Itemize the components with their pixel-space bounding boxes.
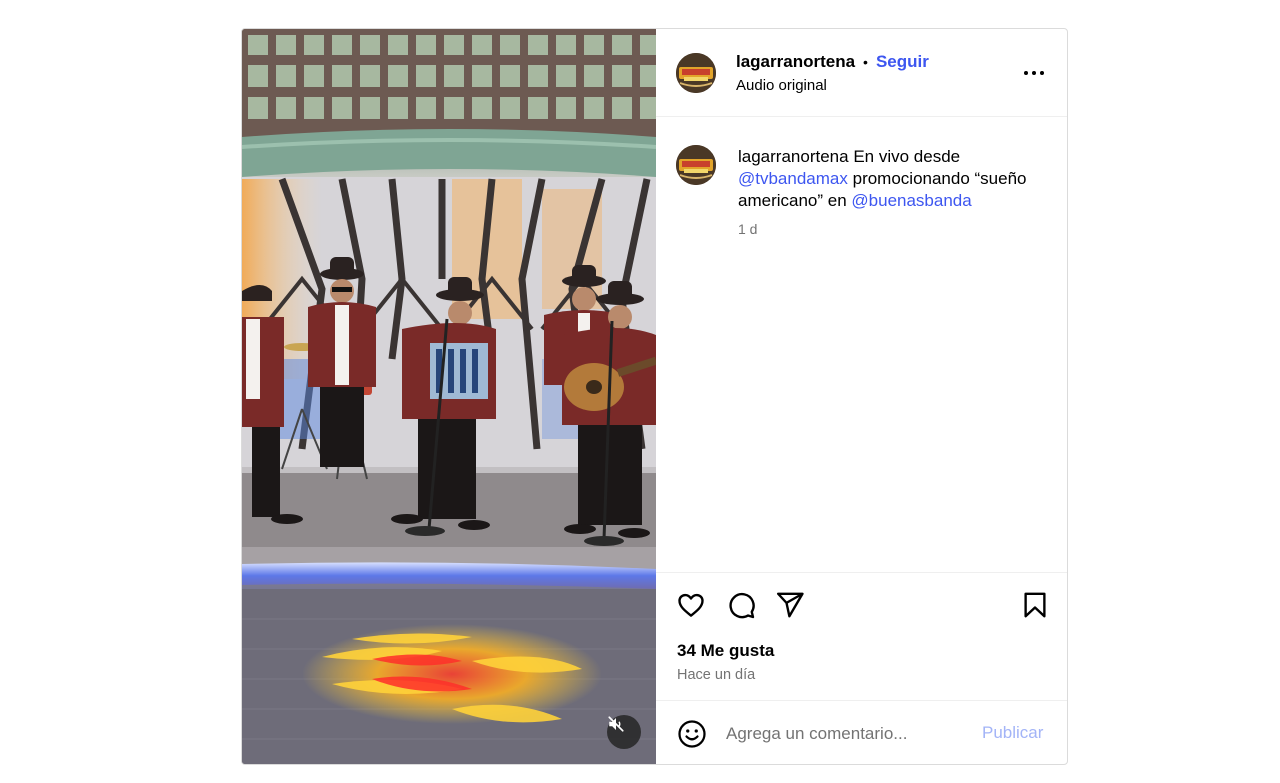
share-button[interactable] — [774, 589, 806, 621]
emoji-button[interactable] — [676, 718, 708, 750]
post-video[interactable] — [242, 29, 656, 764]
comment-bar: Publicar — [656, 700, 1067, 764]
like-button[interactable] — [675, 589, 707, 621]
publish-button[interactable]: Publicar — [982, 723, 1043, 743]
speaker-muted-icon — [608, 716, 624, 732]
emoji-icon — [678, 720, 706, 748]
post-header: lagarranortena • Seguir Audio original — [656, 29, 1067, 117]
video-frame-illustration — [242, 29, 656, 764]
send-icon — [776, 592, 804, 618]
audio-link[interactable]: Audio original — [736, 77, 827, 94]
follow-button[interactable]: Seguir — [876, 52, 929, 72]
caption-avatar[interactable] — [676, 145, 716, 185]
comment-input[interactable] — [726, 721, 966, 747]
username-link[interactable]: lagarranortena — [736, 52, 855, 72]
mute-button[interactable] — [607, 715, 641, 749]
more-options-button[interactable] — [1020, 59, 1048, 87]
caption-timestamp[interactable]: 1 d — [738, 221, 757, 237]
comment-icon — [729, 592, 755, 619]
header-user-line: lagarranortena • Seguir — [736, 52, 929, 72]
caption-text: lagarranortena En vivo desde @tvbandamax… — [738, 146, 1058, 212]
separator-dot: • — [863, 54, 868, 70]
heart-icon — [678, 593, 704, 617]
comment-button[interactable] — [725, 589, 757, 621]
bookmark-icon — [1024, 592, 1046, 618]
caption-username-link[interactable]: lagarranortena — [738, 147, 849, 166]
profile-logo-icon — [676, 145, 716, 185]
post-card: lagarranortena • Seguir Audio original l… — [241, 28, 1068, 765]
mention-link-buenasbanda[interactable]: @buenasbanda — [851, 191, 971, 210]
more-horizontal-icon — [1024, 71, 1044, 75]
likes-count[interactable]: 34 Me gusta — [677, 641, 774, 661]
save-button[interactable] — [1019, 589, 1051, 621]
mention-link-tvbandamax[interactable]: @tvbandamax — [738, 169, 848, 188]
actions-bar: 34 Me gusta Hace un día — [656, 572, 1067, 700]
profile-logo-icon — [676, 53, 716, 93]
avatar[interactable] — [676, 53, 716, 93]
caption-text-1: En vivo desde — [853, 147, 961, 166]
post-timestamp[interactable]: Hace un día — [677, 667, 755, 683]
post-side-panel: lagarranortena • Seguir Audio original l… — [656, 29, 1067, 764]
